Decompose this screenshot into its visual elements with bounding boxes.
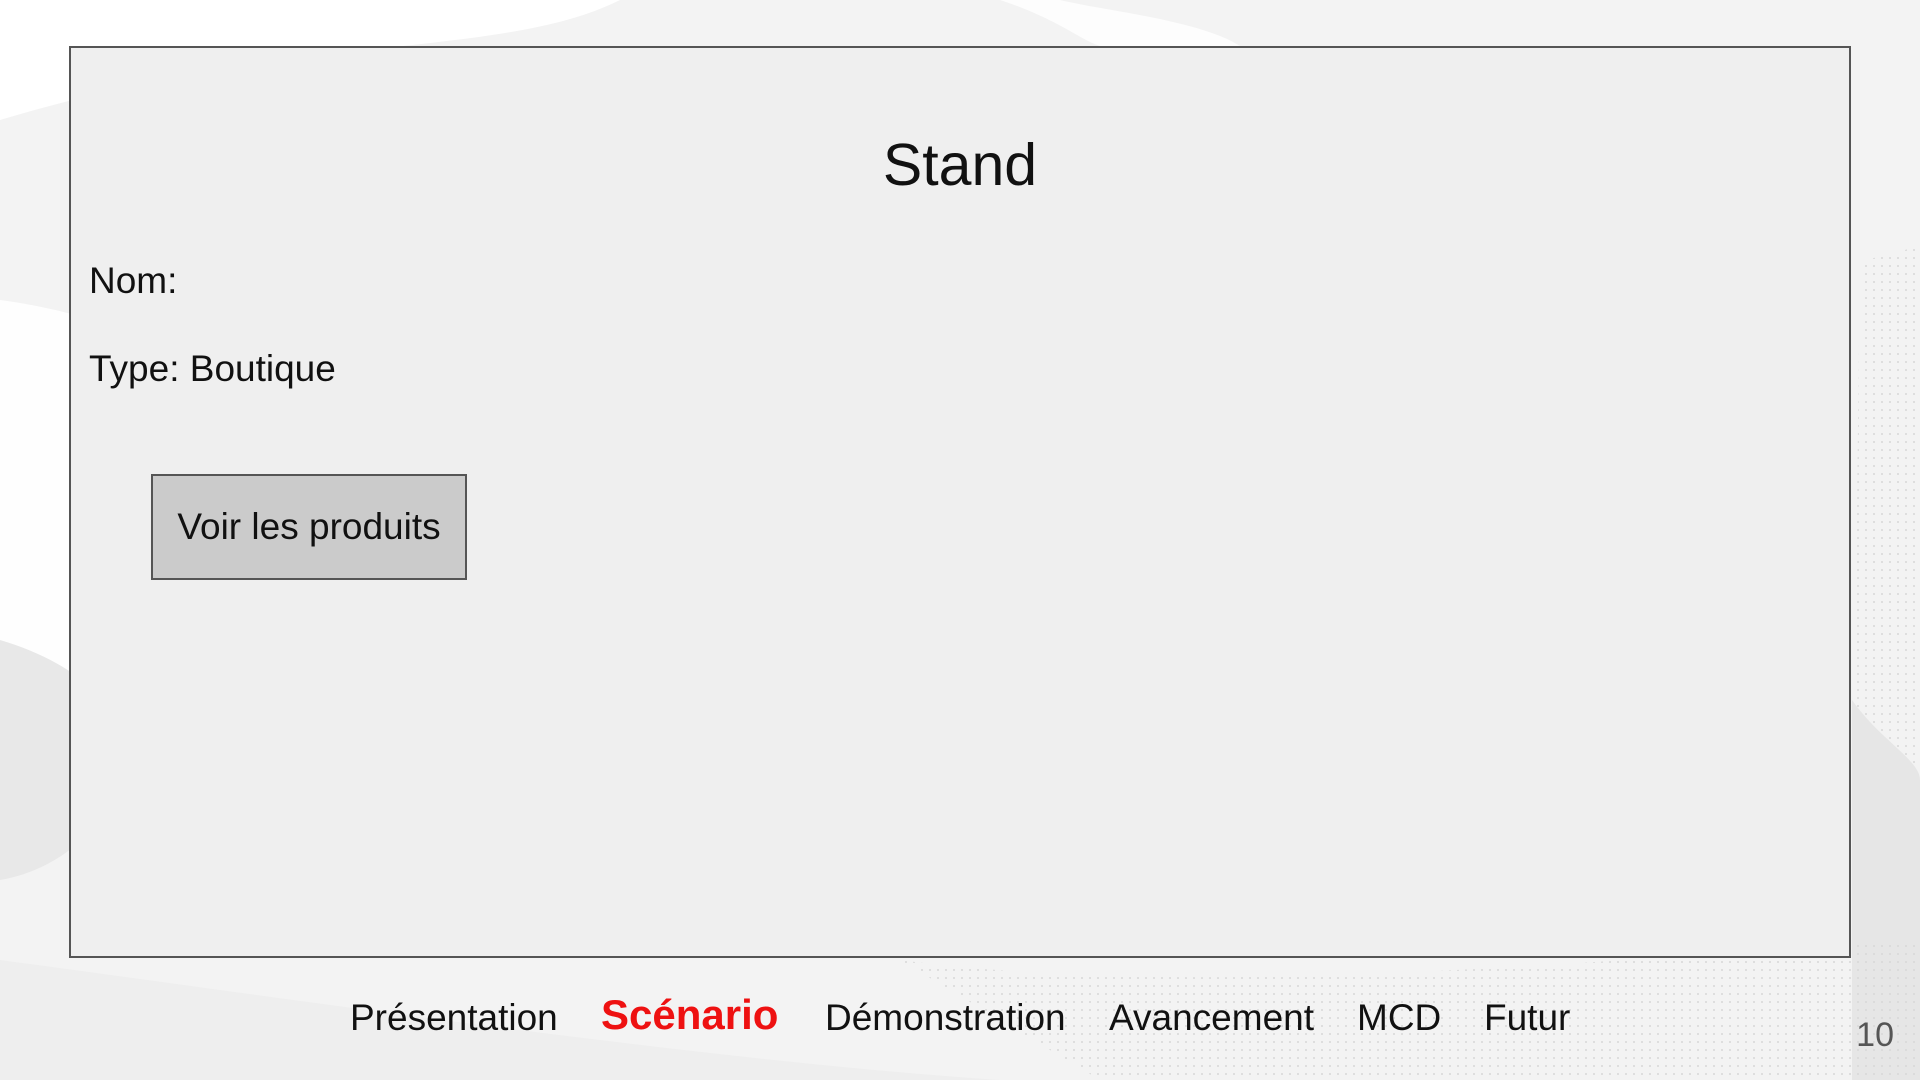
nav-item-demonstration[interactable]: Démonstration: [825, 993, 1066, 1043]
voir-les-produits-button[interactable]: Voir les produits: [151, 474, 467, 580]
nav-item-scenario[interactable]: Scénario: [601, 990, 778, 1040]
nav-item-presentation[interactable]: Présentation: [350, 993, 558, 1043]
nav-item-avancement[interactable]: Avancement: [1109, 993, 1314, 1043]
mockup-title: Stand: [882, 132, 1038, 198]
type-label: Type: Boutique: [89, 348, 336, 389]
nav-item-futur[interactable]: Futur: [1484, 993, 1570, 1043]
slide: Stand Nom: Type: Boutique Voir les produ…: [0, 0, 1920, 1080]
page-number: 10: [1856, 1016, 1894, 1054]
nav-item-mcd[interactable]: MCD: [1357, 993, 1441, 1043]
stand-mockup-window: Stand Nom: Type: Boutique Voir les produ…: [69, 46, 1851, 958]
slide-navigation: Présentation Scénario Démonstration Avan…: [0, 990, 1920, 1043]
nom-label: Nom:: [89, 260, 178, 301]
